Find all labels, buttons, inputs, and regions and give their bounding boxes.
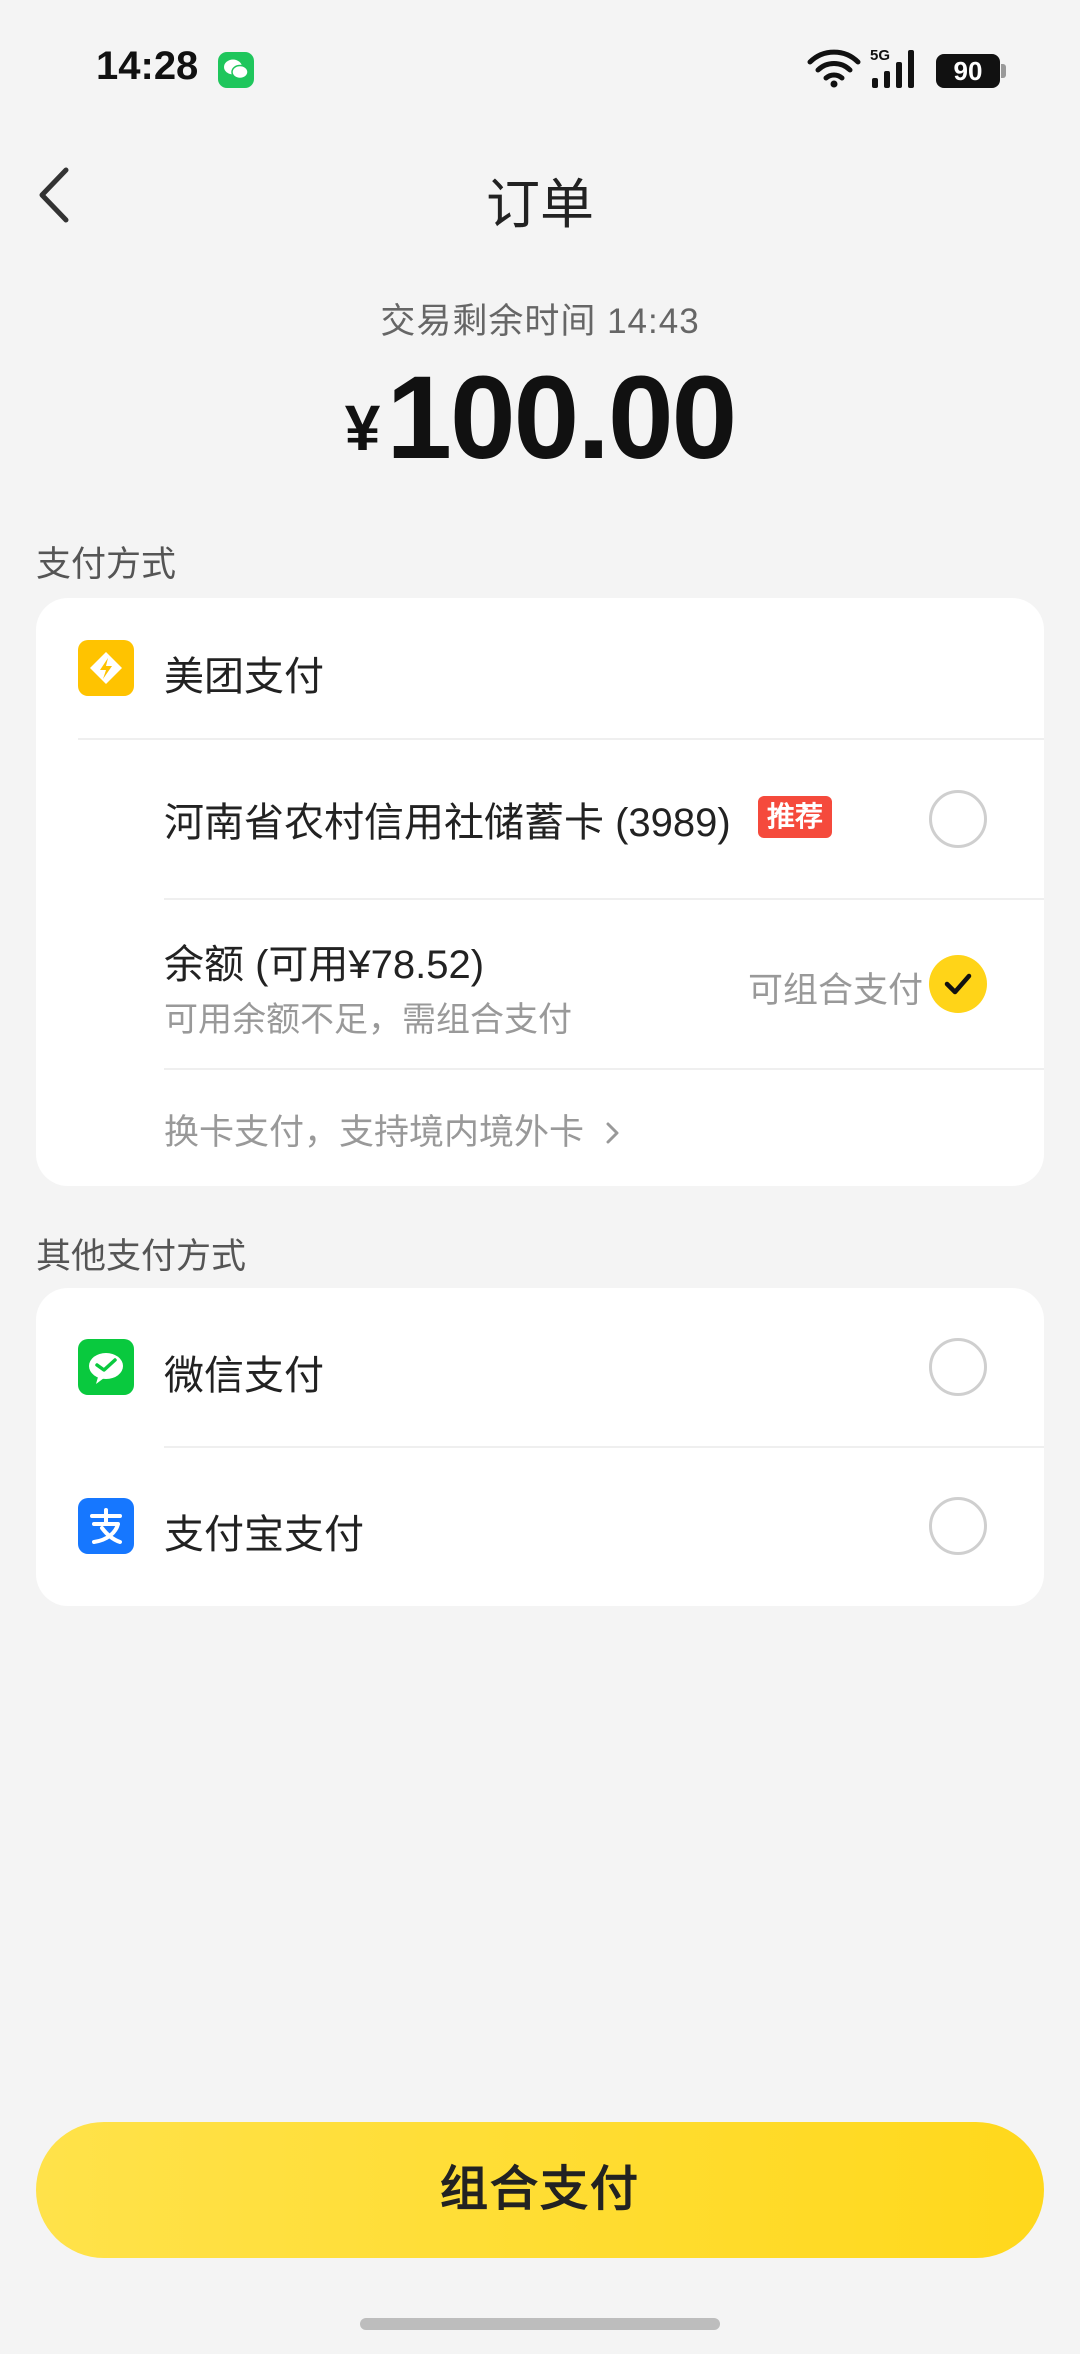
radio-balance-checked[interactable] xyxy=(929,955,987,1013)
bank-card-label: 河南省农村信用社储蓄卡 (3989) xyxy=(164,801,731,845)
wechat-pay-icon xyxy=(78,1339,134,1395)
radio-wechat-pay[interactable] xyxy=(929,1338,987,1396)
battery-icon: 90 xyxy=(936,54,1000,88)
battery-tip xyxy=(1001,64,1006,78)
status-bar: 14:28 5G 90 xyxy=(0,0,1080,130)
balance-subtext: 可用余额不足，需组合支付 xyxy=(164,1001,572,1039)
page-title: 订单 xyxy=(486,175,594,235)
status-time: 14:28 xyxy=(96,44,199,88)
countdown-timer: 交易剩余时间 14:43 xyxy=(380,302,700,341)
alipay-icon xyxy=(78,1498,134,1554)
section-label-other: 其他支付方式 xyxy=(36,1237,247,1276)
check-icon xyxy=(944,973,972,995)
change-card-label: 换卡支付，支持境内境外卡 xyxy=(164,1113,585,1152)
wechat-icon xyxy=(218,52,254,88)
meituan-pay-icon xyxy=(78,640,134,696)
currency-symbol: ¥ xyxy=(344,392,381,464)
wechat-pay-label: 微信支付 xyxy=(164,1354,324,1398)
divider xyxy=(164,1068,1044,1070)
option-wechat-pay[interactable]: 微信支付 xyxy=(36,1288,1044,1446)
section-label-payment: 支付方式 xyxy=(36,545,177,584)
order-amount: ¥100.00 xyxy=(0,350,1080,486)
signal-icon: 5G xyxy=(870,47,914,88)
meituan-pay-card: 美团支付 河南省农村信用社储蓄卡 (3989) 推荐 余额 (可用¥78.52)… xyxy=(36,598,1044,1186)
other-pay-card: 微信支付 支付宝支付 xyxy=(36,1288,1044,1606)
order-payment-page: 14:28 5G 90 订单 交易剩余时间 14:43 ¥100.00 支付方式… xyxy=(0,0,1080,2354)
option-bank-card[interactable]: 河南省农村信用社储蓄卡 (3989) 推荐 xyxy=(36,740,1044,896)
combine-hint: 可组合支付 xyxy=(748,971,924,1010)
option-balance[interactable]: 余额 (可用¥78.52) 可用余额不足，需组合支付 可组合支付 xyxy=(36,900,1044,1066)
wifi-icon xyxy=(807,49,861,88)
recommend-badge: 推荐 xyxy=(758,796,833,838)
svg-text:5G: 5G xyxy=(870,47,890,64)
amount-value: 100.00 xyxy=(386,352,737,484)
change-card-link[interactable]: 换卡支付，支持境内境外卡 xyxy=(164,1104,624,1155)
radio-bank-card[interactable] xyxy=(929,790,987,848)
combine-pay-button[interactable]: 组合支付 xyxy=(36,2122,1044,2258)
provider-name: 美团支付 xyxy=(164,655,324,699)
chevron-right-icon xyxy=(606,1122,619,1144)
alipay-label: 支付宝支付 xyxy=(164,1513,364,1557)
radio-alipay[interactable] xyxy=(929,1497,987,1555)
home-indicator[interactable] xyxy=(360,2318,720,2330)
balance-label: 余额 (可用¥78.52) xyxy=(164,943,485,987)
option-alipay[interactable]: 支付宝支付 xyxy=(36,1448,1044,1606)
